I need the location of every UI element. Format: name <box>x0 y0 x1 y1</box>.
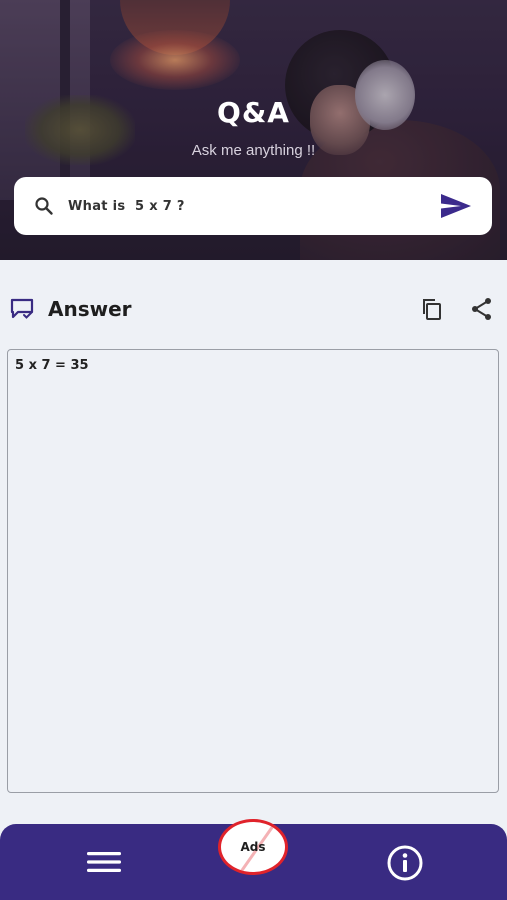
search-icon <box>32 194 56 218</box>
info-icon <box>387 845 423 881</box>
page-title: Q&A <box>217 96 290 129</box>
menu-button[interactable] <box>84 844 124 880</box>
search-input[interactable]: What is 5 x 7 ? <box>68 199 436 214</box>
answer-text-area[interactable]: 5 x 7 = 35 <box>7 349 499 793</box>
info-button[interactable] <box>384 842 426 884</box>
ads-label: Ads <box>240 840 266 854</box>
answer-text: 5 x 7 = 35 <box>15 358 89 373</box>
chat-check-icon <box>8 295 36 323</box>
send-button[interactable] <box>436 186 476 226</box>
send-icon <box>441 194 471 218</box>
copy-button[interactable] <box>416 293 448 325</box>
share-icon <box>472 298 491 320</box>
search-bar[interactable]: What is 5 x 7 ? <box>14 177 492 235</box>
answer-label: Answer <box>48 297 132 321</box>
page-subtitle: Ask me anything !! <box>191 142 316 159</box>
remove-ads-button[interactable]: Ads <box>218 819 288 875</box>
answer-header: Answer <box>8 292 498 326</box>
copy-icon <box>423 299 441 320</box>
menu-icon <box>87 852 121 872</box>
share-button[interactable] <box>466 293 498 325</box>
